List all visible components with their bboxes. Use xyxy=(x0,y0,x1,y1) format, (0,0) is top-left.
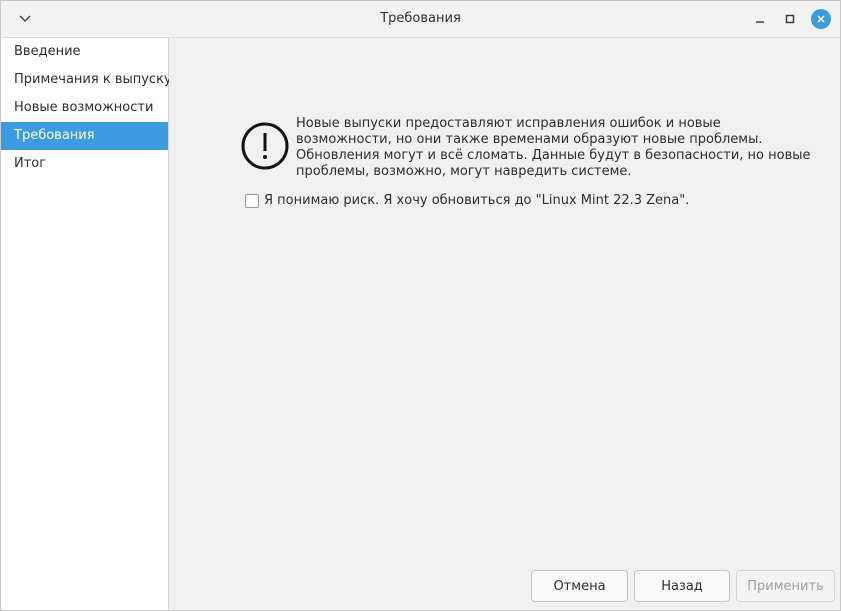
sidebar-item-requirements[interactable]: Требования xyxy=(1,122,168,150)
maximize-icon xyxy=(785,14,795,24)
close-button[interactable] xyxy=(811,9,831,29)
risk-acknowledge-row[interactable]: Я понимаю риск. Я хочу обновиться до "Li… xyxy=(245,193,689,208)
sidebar-item-summary[interactable]: Итог xyxy=(1,150,168,178)
sidebar-item-introduction[interactable]: Введение xyxy=(1,38,168,66)
sidebar-item-label: Введение xyxy=(14,44,81,59)
warning-line: Обновления могут и всё сломать. Данные б… xyxy=(296,148,811,163)
warning-message: Новые выпуски предоставляют исправления … xyxy=(296,116,811,180)
title-bar: Требования xyxy=(1,1,840,38)
risk-acknowledge-label[interactable]: Я понимаю риск. Я хочу обновиться до "Li… xyxy=(264,193,689,208)
warning-line: Новые выпуски предоставляют исправления … xyxy=(296,116,721,131)
main-content: Новые выпуски предоставляют исправления … xyxy=(169,38,840,610)
risk-acknowledge-checkbox[interactable] xyxy=(245,193,259,208)
window-title: Требования xyxy=(380,11,461,26)
sidebar-item-label: Требования xyxy=(14,128,95,143)
upgrade-window: Требования Введение Примечания к выпуску… xyxy=(0,0,841,611)
maximize-button[interactable] xyxy=(780,9,800,29)
back-button[interactable]: Назад xyxy=(634,570,730,602)
sidebar: Введение Примечания к выпуску Новые возм… xyxy=(1,38,172,610)
sidebar-item-new-features[interactable]: Новые возможности xyxy=(1,94,168,122)
cancel-button[interactable]: Отмена xyxy=(531,570,628,602)
sidebar-item-label: Итог xyxy=(14,156,47,171)
warning-line: проблемы, возможно, могут навредить сист… xyxy=(296,164,632,179)
close-icon xyxy=(817,15,825,23)
sidebar-item-label: Новые возможности xyxy=(14,100,154,115)
sidebar-item-label: Примечания к выпуску xyxy=(14,72,172,87)
warning-line: возможности, но они также временами обра… xyxy=(296,132,763,147)
apply-button[interactable]: Применить xyxy=(736,570,835,602)
sidebar-item-release-notes[interactable]: Примечания к выпуску xyxy=(1,66,172,94)
exclamation-circle-icon xyxy=(241,122,289,170)
minimize-icon xyxy=(756,21,764,23)
minimize-button[interactable] xyxy=(750,9,770,29)
